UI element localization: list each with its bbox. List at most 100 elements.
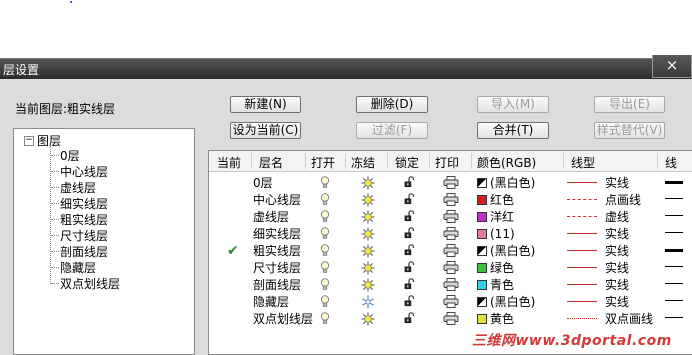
- column-separator[interactable]: [251, 153, 252, 169]
- linetype-name[interactable]: 虚线: [605, 209, 629, 225]
- sun-icon[interactable]: [361, 176, 375, 190]
- tree-item[interactable]: 隐藏层: [50, 259, 96, 276]
- lineweight-preview[interactable]: [665, 266, 683, 267]
- collapse-icon[interactable]: −: [24, 135, 34, 146]
- lineweight-preview[interactable]: [665, 317, 683, 318]
- layer-name[interactable]: 隐藏层: [253, 294, 289, 310]
- tree-item[interactable]: 虚线层: [50, 179, 96, 196]
- sun-icon[interactable]: [361, 312, 375, 326]
- tree-item[interactable]: 双点划线层: [50, 275, 120, 292]
- lineweight-preview[interactable]: [665, 249, 683, 252]
- title-bar[interactable]: 层设置 ×: [0, 55, 692, 79]
- column-header[interactable]: 打开: [311, 154, 335, 171]
- linetype-name[interactable]: 点画线: [605, 192, 641, 208]
- table-row[interactable]: 尺寸线层 绿色 实线: [209, 259, 692, 276]
- layer-tree[interactable]: − 图层 0层 中心线层 虚线层 细实线层 粗实线层 尺寸线层 剖面线层 隐藏层 双点划线层: [13, 128, 195, 355]
- tree-item[interactable]: 粗实线层: [50, 211, 108, 228]
- column-header[interactable]: 颜色(RGB): [477, 154, 536, 171]
- linetype-name[interactable]: 实线: [605, 175, 629, 191]
- column-header[interactable]: 层名: [259, 154, 283, 171]
- printer-icon[interactable]: [443, 176, 459, 189]
- printer-icon[interactable]: [443, 193, 459, 206]
- layer-name[interactable]: 尺寸线层: [253, 260, 301, 276]
- linetype-name[interactable]: 实线: [605, 243, 629, 259]
- merge-button[interactable]: 合并(T): [477, 122, 549, 139]
- linetype-name[interactable]: 实线: [605, 260, 629, 276]
- lightbulb-icon[interactable]: [320, 244, 330, 257]
- column-header[interactable]: 当前: [217, 154, 241, 171]
- linetype-name[interactable]: 实线: [605, 277, 629, 293]
- sun-icon[interactable]: [361, 278, 375, 292]
- column-separator[interactable]: [563, 153, 564, 169]
- column-separator[interactable]: [429, 153, 430, 169]
- table-row[interactable]: 虚线层 洋红 虚线: [209, 208, 692, 225]
- printer-icon[interactable]: [443, 210, 459, 223]
- layer-color[interactable]: 青色: [477, 277, 514, 293]
- table-row[interactable]: 中心线层 红色 点画线: [209, 191, 692, 208]
- column-separator[interactable]: [471, 153, 472, 169]
- table-row[interactable]: 0层 (黑白色) 实线: [209, 174, 692, 191]
- tree-item[interactable]: 剖面线层: [50, 243, 108, 260]
- lightbulb-icon[interactable]: [320, 227, 330, 240]
- padlock-open-icon[interactable]: [404, 278, 414, 290]
- column-header[interactable]: 线: [665, 154, 677, 171]
- sun-icon[interactable]: [361, 244, 375, 258]
- column-header[interactable]: 打印: [435, 154, 459, 171]
- layer-color[interactable]: (黑白色): [477, 294, 535, 310]
- table-row[interactable]: 隐藏层 (黑白色) 实线: [209, 293, 692, 310]
- import-button[interactable]: 导入(M): [477, 96, 549, 113]
- printer-icon[interactable]: [443, 312, 459, 325]
- column-header[interactable]: 线型: [571, 154, 595, 171]
- delete-button[interactable]: 删除(D): [356, 96, 428, 113]
- tree-item[interactable]: 细实线层: [50, 195, 108, 212]
- linetype-name[interactable]: 双点画线: [605, 311, 653, 327]
- lineweight-preview[interactable]: [665, 283, 683, 284]
- padlock-open-icon[interactable]: [404, 261, 414, 273]
- printer-icon[interactable]: [443, 227, 459, 240]
- layer-name[interactable]: 虚线层: [253, 209, 289, 225]
- close-button[interactable]: ×: [652, 55, 692, 78]
- export-button[interactable]: 导出(E): [594, 96, 665, 113]
- set-current-button[interactable]: 设为当前(C): [230, 122, 301, 139]
- linetype-name[interactable]: 实线: [605, 226, 629, 242]
- column-header[interactable]: 冻结: [351, 154, 375, 171]
- table-row[interactable]: 细实线层 (11) 实线: [209, 225, 692, 242]
- padlock-open-icon[interactable]: [404, 295, 414, 307]
- table-row[interactable]: ✔ 粗实线层 (黑白色) 实线: [209, 242, 692, 259]
- layer-name[interactable]: 中心线层: [253, 192, 301, 208]
- style-replace-button[interactable]: 样式替代(V): [594, 122, 665, 139]
- layer-color[interactable]: (11): [477, 226, 515, 242]
- lightbulb-icon[interactable]: [320, 193, 330, 206]
- layer-name[interactable]: 双点划线层: [253, 311, 313, 327]
- printer-icon[interactable]: [443, 278, 459, 291]
- lineweight-preview[interactable]: [665, 198, 683, 199]
- printer-icon[interactable]: [443, 295, 459, 308]
- tree-item[interactable]: 0层: [51, 147, 80, 164]
- padlock-open-icon[interactable]: [404, 312, 414, 324]
- column-separator[interactable]: [345, 153, 346, 169]
- new-button[interactable]: 新建(N): [230, 96, 301, 113]
- column-separator[interactable]: [305, 153, 306, 169]
- sun-icon[interactable]: [361, 227, 375, 241]
- layer-color[interactable]: 黄色: [477, 311, 514, 327]
- lightbulb-icon[interactable]: [320, 261, 330, 274]
- layer-name[interactable]: 细实线层: [253, 226, 301, 242]
- linetype-name[interactable]: 实线: [605, 294, 629, 310]
- lightbulb-icon[interactable]: [320, 312, 330, 325]
- layer-name[interactable]: 粗实线层: [253, 243, 301, 259]
- layer-color[interactable]: 洋红: [477, 209, 514, 225]
- tree-root[interactable]: − 图层: [24, 132, 61, 149]
- layer-color[interactable]: 红色: [477, 192, 514, 208]
- lightbulb-icon[interactable]: [320, 295, 330, 308]
- padlock-open-icon[interactable]: [404, 176, 414, 188]
- column-separator[interactable]: [387, 153, 388, 169]
- sun-icon[interactable]: [361, 261, 375, 275]
- table-row[interactable]: 双点划线层 黄色 双点画线: [209, 310, 692, 327]
- padlock-open-icon[interactable]: [404, 193, 414, 205]
- layer-color[interactable]: (黑白色): [477, 175, 535, 191]
- printer-icon[interactable]: [443, 261, 459, 274]
- lineweight-preview[interactable]: [665, 181, 683, 184]
- lineweight-preview[interactable]: [665, 232, 683, 233]
- column-header[interactable]: 锁定: [395, 154, 419, 171]
- lineweight-preview[interactable]: [665, 215, 683, 216]
